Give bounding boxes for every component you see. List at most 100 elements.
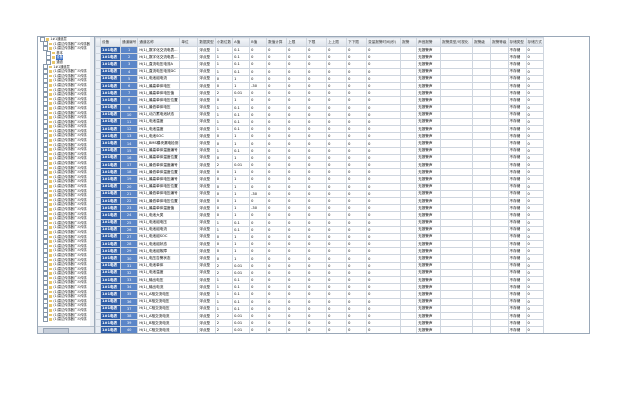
table-cell[interactable] [490,110,509,119]
table-cell[interactable]: 1#1电表 [100,103,121,112]
table-cell[interactable]: 0.01 [232,89,251,98]
table-cell[interactable]: 浮点型 [197,74,216,83]
table-cell[interactable] [490,290,509,299]
table-row[interactable]: 1#1电表 29 H(1)_电池组故障 浮点型 0 1 0 0 0 0 0 0 0 无报警声 不存储 0 [95,247,544,256]
table-cell[interactable]: 0 [266,139,288,148]
table-cell[interactable] [179,254,199,263]
table-cell[interactable]: 0 [266,132,288,141]
table-cell[interactable]: 0 [306,189,328,198]
table-cell[interactable]: 不存储 [507,89,527,98]
table-cell[interactable]: 0 [326,261,348,270]
table-cell[interactable]: 0 [346,160,368,170]
table-cell[interactable] [440,268,474,278]
table-cell[interactable]: 0 [525,74,544,83]
table-cell[interactable]: 1 [232,189,251,198]
table-cell[interactable]: 0 [286,45,308,55]
table-cell[interactable]: 0 [525,211,544,220]
table-cell[interactable]: 0 [366,139,402,148]
table-cell[interactable]: 1 [232,81,251,91]
table-cell[interactable]: 0.1 [232,45,251,55]
table-cell[interactable]: 19 [119,175,139,184]
column-header[interactable]: 声音报警 [416,37,442,47]
table-cell[interactable]: 0 [306,240,328,249]
table-cell[interactable] [490,81,509,91]
table-cell[interactable]: 0 [266,160,288,170]
table-row[interactable]: 1#1电表 25 H(1)_电池组电压 浮点型 1 0.1 0 0 0 0 0 0 0 无报警声 不存储 0 [95,218,544,227]
table-cell[interactable]: 无报警声 [416,283,442,292]
table-cell[interactable]: 0 [306,319,328,328]
table-cell[interactable] [440,247,474,256]
table-cell[interactable]: 2 [214,261,234,270]
table-cell[interactable] [472,89,492,98]
table-cell[interactable]: 0 [214,254,234,263]
table-cell[interactable] [179,275,199,285]
table-cell[interactable]: 不存储 [507,182,527,191]
table-cell[interactable] [490,117,509,127]
table-cell[interactable] [472,103,492,112]
column-header[interactable]: B值 [249,37,268,47]
table-cell[interactable]: 0 [286,182,308,191]
table-cell[interactable] [472,45,492,55]
table-cell[interactable] [490,139,509,148]
table-cell[interactable] [490,225,509,234]
table-cell[interactable]: 不存储 [507,139,527,148]
table-cell[interactable]: 1#1电表 [100,153,121,163]
table-cell[interactable]: 0 [326,74,348,83]
table-cell[interactable] [179,45,199,55]
table-cell[interactable] [179,175,199,184]
table-cell[interactable]: 1#1电表 [100,146,121,155]
table-cell[interactable] [440,146,474,155]
table-cell[interactable]: 不存储 [507,290,527,299]
table-cell[interactable]: H(1)_电池组SOC [137,232,181,242]
table-cell[interactable]: 0 [366,275,402,285]
table-cell[interactable] [472,283,492,292]
table-cell[interactable]: 浮点型 [197,319,216,328]
table-cell[interactable]: 0 [249,232,268,242]
table-cell[interactable]: 0 [346,125,368,134]
table-cell[interactable]: 0 [346,168,368,177]
table-cell[interactable] [490,211,509,220]
table-cell[interactable]: H(1)_B相交流电压 [137,297,181,306]
table-cell[interactable]: 0 [306,182,328,191]
table-cell[interactable]: 0 [366,189,402,198]
table-cell[interactable]: 0 [326,218,348,227]
table-cell[interactable] [440,175,474,184]
table-cell[interactable] [400,125,418,134]
table-cell[interactable]: 无报警声 [416,218,442,227]
table-cell[interactable]: 1#1电表 [100,139,121,148]
table-cell[interactable]: 0 [306,110,328,119]
table-cell[interactable]: 浮点型 [197,304,216,313]
table-cell[interactable]: 0 [346,175,368,184]
table-cell[interactable]: 1 [232,196,251,206]
table-cell[interactable] [440,254,474,263]
table-cell[interactable]: 0 [249,283,268,292]
table-cell[interactable]: 0 [346,89,368,98]
table-cell[interactable]: 浮点型 [197,211,216,220]
table-cell[interactable]: 1 [232,168,251,177]
table-cell[interactable]: 0 [249,153,268,163]
table-cell[interactable]: 0 [286,153,308,163]
table-cell[interactable]: 0 [346,275,368,285]
table-cell[interactable]: 不存储 [507,81,527,91]
table-cell[interactable] [400,297,418,306]
table-cell[interactable]: 0 [366,319,402,328]
table-cell[interactable]: 0 [249,67,268,76]
table-cell[interactable] [179,53,199,62]
table-cell[interactable] [472,261,492,270]
table-cell[interactable]: H(1)_电池单体 [137,261,181,270]
table-cell[interactable]: 0 [249,89,268,98]
table-cell[interactable] [472,189,492,198]
table-cell[interactable]: 0 [346,139,368,148]
table-cell[interactable]: 0 [346,247,368,256]
table-cell[interactable]: 1#1电表 [100,211,121,220]
table-cell[interactable]: 1#1电表 [100,225,121,234]
table-cell[interactable] [400,247,418,256]
table-cell[interactable]: 0 [306,45,328,55]
table-cell[interactable]: 0 [326,225,348,234]
table-cell[interactable]: 0 [366,45,402,55]
table-cell[interactable]: 0 [326,311,348,321]
table-cell[interactable]: 0 [249,268,268,278]
table-cell[interactable] [400,319,418,328]
table-cell[interactable]: 0 [286,275,308,285]
table-cell[interactable]: 0 [366,146,402,155]
